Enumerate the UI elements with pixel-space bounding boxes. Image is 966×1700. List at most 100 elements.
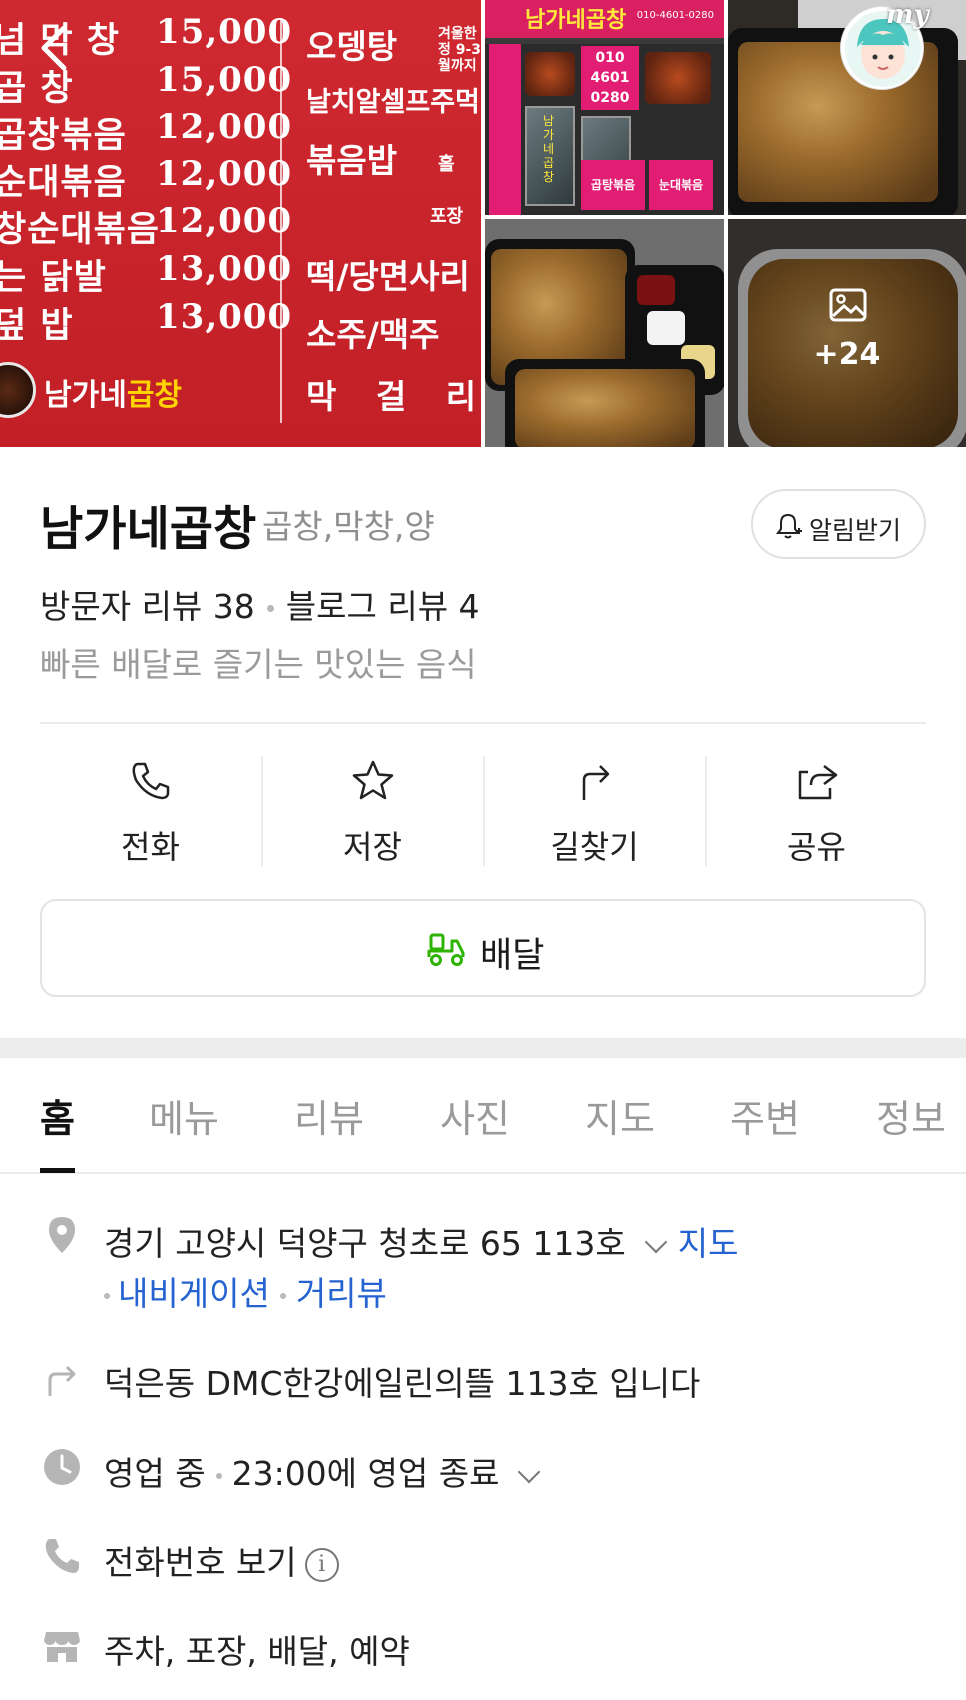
share-label: 공유 — [787, 828, 846, 866]
tab-map[interactable]: 지도 — [585, 1088, 655, 1143]
call-button[interactable]: 전화 — [40, 752, 261, 870]
tab-menu[interactable]: 메뉴 — [149, 1088, 219, 1143]
back-arrow-icon[interactable] — [28, 18, 88, 78]
photo-more[interactable]: +24 — [728, 219, 966, 447]
store-panel-left: 곱탕볶음 — [581, 160, 645, 210]
location-pin-icon — [49, 1217, 75, 1253]
menu-item-price: 12,000 — [156, 107, 293, 147]
menu-right-item: 소주/맥주 — [306, 315, 440, 354]
menu-item-price: 12,000 — [156, 201, 293, 241]
menu-item-name: 곱창볶음 — [0, 116, 127, 156]
notify-label: 알림받기 — [809, 516, 902, 545]
menu-item-price: 13,000 — [156, 249, 293, 289]
phone-row[interactable]: 전화번호 보기 i — [104, 1536, 339, 1584]
phone-icon — [45, 1539, 79, 1573]
menu-item-name: 는 닭발 — [0, 258, 107, 298]
section-separator — [0, 1038, 966, 1058]
photo-more-overlay — [728, 219, 966, 447]
save-label: 저장 — [343, 828, 402, 866]
info-icon[interactable]: i — [304, 1547, 339, 1582]
directions-icon — [582, 765, 610, 800]
view-phone-number[interactable]: 전화번호 보기 — [104, 1543, 297, 1582]
store-icon — [44, 1632, 80, 1662]
address-text: 경기 고양시 덕양구 청초로 65 113호 — [104, 1224, 626, 1263]
menu-row: 곱창볶음 12,000 — [0, 107, 291, 156]
phone-digits: 0280 — [590, 90, 630, 106]
closing-time: 23:00에 영업 종료 — [231, 1454, 500, 1493]
hours-row[interactable]: 영업 중 23:00에 영업 종료 — [104, 1447, 551, 1495]
menu-item-name: 덮 밥 — [0, 306, 74, 346]
chevron-down-icon[interactable] — [518, 1460, 541, 1483]
tab-info[interactable]: 정보 — [876, 1088, 946, 1143]
delivery-label: 배달 — [480, 936, 545, 976]
tab-reviews[interactable]: 리뷰 — [294, 1088, 364, 1143]
menu-board-logo: 남가네곱창 — [44, 370, 182, 414]
map-link[interactable]: 지도 — [678, 1224, 739, 1263]
visitor-review-link[interactable]: 방문자 리뷰 38 — [40, 587, 255, 626]
navigation-link[interactable]: 내비게이션 — [118, 1274, 270, 1313]
store-food-poster — [525, 52, 575, 96]
menu-right-item: 볶음밥 — [306, 141, 398, 180]
menu-right-item: 오뎅탕 — [306, 27, 398, 66]
store-food-poster — [645, 52, 711, 104]
menu-row: 순대볶음 12,000 — [0, 154, 291, 203]
directions-note: 덕은동 DMC한강에일린의뜰 113호 입니다 — [104, 1364, 701, 1403]
address-row: 경기 고양시 덕양구 청초로 65 113호 지도 — [104, 1217, 738, 1265]
image-icon — [829, 288, 867, 322]
store-sign-text: 남가네곱창 — [525, 8, 627, 33]
menu-item-price: 15,000 — [156, 12, 293, 52]
logo-prefix: 남가네 — [44, 378, 127, 413]
chevron-down-icon[interactable] — [644, 1230, 668, 1253]
menu-row: 는 닭발 13,000 — [0, 249, 291, 298]
save-button[interactable]: 저장 — [262, 752, 483, 870]
place-description: 빠른 배달로 즐기는 맛있는 음식 — [40, 645, 477, 684]
blog-review-link[interactable]: 블로그 리뷰 4 — [286, 587, 480, 626]
menu-right-item: 날치알셀프주먹밥 — [306, 87, 481, 118]
tab-nearby[interactable]: 주변 — [730, 1088, 800, 1143]
delivery-button[interactable]: 배달 — [40, 899, 926, 997]
menu-board-divider — [280, 18, 282, 423]
store-panel-right: 눈대볶음 — [649, 160, 713, 210]
street-view-link[interactable]: 거리뷰 — [296, 1274, 387, 1313]
open-status: 영업 중 — [104, 1454, 206, 1493]
menu-item-name: 창순대볶음 — [0, 210, 161, 250]
place-category: 곱창,막창,양 — [262, 507, 435, 546]
tab-home[interactable]: 홈 — [40, 1088, 75, 1143]
photo-gallery: 넘 막 창 15,000 곱 창 15,000 곱창볶음 12,000 순대볶음 12,… — [0, 0, 966, 447]
logo-highlight: 곱창 — [126, 378, 183, 413]
side-dish-sauce — [637, 275, 675, 305]
phone-icon — [132, 762, 170, 800]
dot-separator — [279, 1292, 286, 1299]
food-gopchang — [515, 369, 695, 447]
tab-photos[interactable]: 사진 — [440, 1088, 510, 1143]
star-icon — [352, 760, 394, 800]
notify-button[interactable]: 알림받기 — [751, 489, 926, 559]
dot-separator — [266, 605, 274, 612]
menu-right-item: 막 걸 리 — [306, 377, 481, 416]
share-button[interactable]: 공유 — [706, 752, 927, 870]
share-icon — [798, 765, 838, 800]
photo-food-set[interactable] — [485, 219, 724, 447]
tab-bar: 홈 메뉴 리뷰 사진 지도 주변 정보 — [0, 1058, 966, 1174]
menu-note-seasonal: 겨울한정 9-3월까지 — [438, 26, 481, 74]
menu-note-hall: 홀 — [438, 154, 455, 175]
menu-dish-image — [0, 362, 36, 418]
phone-digits: 4601 — [590, 70, 630, 86]
place-title: 남가네곱창 — [40, 502, 257, 557]
action-row: 전화 저장 길찾기 공유 — [40, 752, 926, 870]
clock-icon — [44, 1449, 80, 1485]
photo-storefront[interactable]: 남가네곱창 010-4601-0280 010 4601 0280 곱탕볶음 눈… — [485, 0, 724, 215]
store-sign-phone: 010-4601-0280 — [636, 10, 714, 21]
store-door-text: 남가네곱창 — [543, 114, 555, 184]
menu-row: 덮 밥 13,000 — [0, 297, 291, 346]
store-phone-panel: 010 4601 0280 — [581, 46, 639, 110]
review-summary: 방문자 리뷰 38 블로그 리뷰 4 — [40, 580, 480, 628]
delivery-scooter-icon — [427, 933, 465, 966]
menu-item-price: 15,000 — [156, 60, 293, 100]
directions-button[interactable]: 길찾기 — [484, 752, 705, 870]
phone-digits: 010 — [595, 50, 625, 66]
store-window: 010 4601 0280 곱탕볶음 눈대볶음 남가네곱창 — [485, 44, 724, 215]
dot-separator — [104, 1292, 110, 1299]
divider — [40, 722, 926, 724]
my-label: my — [886, 0, 929, 30]
